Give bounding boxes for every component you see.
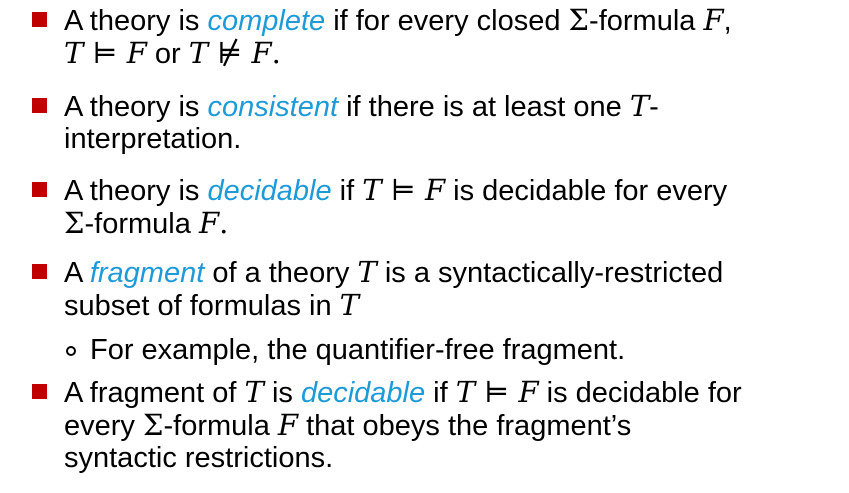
- text: of a theory: [204, 257, 358, 289]
- text: every: [64, 410, 143, 442]
- math-F: F: [703, 3, 724, 37]
- text: -formula: [163, 410, 278, 442]
- bullet-line: A theory is complete if for every closed…: [64, 4, 844, 37]
- text: syntactic restrictions.: [64, 442, 334, 474]
- bullet-square: [32, 98, 47, 113]
- text: A: [64, 257, 90, 289]
- math-F: F: [251, 36, 272, 70]
- bullet-square: [32, 12, 47, 27]
- text: -: [649, 91, 659, 123]
- bullet-line: A fragment of a theory T is a syntactica…: [64, 256, 844, 289]
- math-F: F: [518, 375, 539, 409]
- math-F: F: [424, 173, 446, 207]
- text: .: [219, 206, 229, 240]
- text: interpretation.: [64, 123, 242, 155]
- text: that obeys the fragment’s: [298, 410, 632, 442]
- bullet-line: A fragment of T is decidable if T ⊨ F is…: [64, 376, 844, 409]
- term-fragment: fragment: [89, 257, 205, 289]
- text: ,: [723, 5, 732, 37]
- bullet-line: syntactic restrictions.: [64, 442, 844, 474]
- bullet-square: [32, 384, 47, 399]
- bullet-square: [32, 182, 47, 197]
- text: A theory is: [64, 5, 208, 37]
- bullet-line: T ⊨ F or T ⊭ F.: [64, 37, 844, 70]
- text: A theory is: [64, 175, 208, 207]
- math-not-entails: ⊭: [208, 36, 252, 70]
- bullet-line: Σ-formula F.: [64, 207, 844, 240]
- sub-bullet-circle: [66, 346, 76, 356]
- math-T: T: [188, 36, 209, 70]
- math-entails: ⊨: [381, 173, 425, 207]
- text: is decidable for: [538, 377, 742, 409]
- term-decidable: decidable: [300, 377, 426, 409]
- math-entails: ⊨: [83, 36, 127, 70]
- text: if: [425, 377, 456, 409]
- text: A fragment of: [64, 377, 245, 409]
- math-T: T: [357, 255, 377, 289]
- bullet-line: A theory is consistent if there is at le…: [64, 90, 844, 123]
- text: or: [146, 38, 189, 70]
- math-T: T: [362, 173, 382, 207]
- term-decidable: decidable: [207, 175, 332, 207]
- text: subset of formulas in: [64, 290, 340, 322]
- math-sigma: Σ: [64, 206, 85, 240]
- text: .: [271, 36, 281, 70]
- text: -formula: [84, 208, 199, 240]
- bullet-square: [32, 264, 47, 279]
- bullet-item-complete: A theory is complete if for every closed…: [64, 4, 844, 70]
- math-F: F: [277, 408, 299, 442]
- math-T: T: [455, 375, 476, 409]
- bullet-line: subset of formulas in T: [64, 289, 844, 322]
- text: is decidable for every: [445, 175, 728, 207]
- text: -formula: [589, 5, 704, 37]
- math-sigma: Σ: [142, 408, 164, 442]
- bullet-line: every Σ-formula F that obeys the fragmen…: [64, 409, 844, 442]
- math-T: T: [64, 36, 84, 70]
- bullet-item-fragment: A fragment of a theory T is a syntactica…: [64, 256, 844, 322]
- sub-item-example: For example, the quantifier-free fragmen…: [90, 334, 626, 366]
- bullet-item-fragment-decidable: A fragment of T is decidable if T ⊨ F is…: [64, 376, 844, 474]
- text: if: [331, 175, 363, 207]
- math-F: F: [198, 206, 220, 240]
- math-sigma: Σ: [568, 3, 590, 37]
- text: is a syntactically-restricted: [376, 257, 724, 289]
- math-F: F: [126, 36, 147, 70]
- text: if for every closed: [325, 5, 569, 37]
- math-T: T: [244, 375, 264, 409]
- text: A theory is: [64, 91, 208, 123]
- text: is: [263, 377, 301, 409]
- bullet-item-consistent: A theory is consistent if there is at le…: [64, 90, 844, 155]
- slide: A theory is complete if for every closed…: [0, 0, 849, 493]
- math-T: T: [339, 288, 359, 322]
- text: if there is at least one: [338, 91, 630, 123]
- bullet-line: interpretation.: [64, 123, 844, 155]
- term-consistent: consistent: [207, 91, 339, 123]
- math-T: T: [629, 89, 650, 123]
- math-entails: ⊨: [475, 375, 519, 409]
- bullet-item-decidable: A theory is decidable if T ⊨ F is decida…: [64, 174, 844, 240]
- bullet-line: A theory is decidable if T ⊨ F is decida…: [64, 174, 844, 207]
- term-complete: complete: [207, 5, 326, 37]
